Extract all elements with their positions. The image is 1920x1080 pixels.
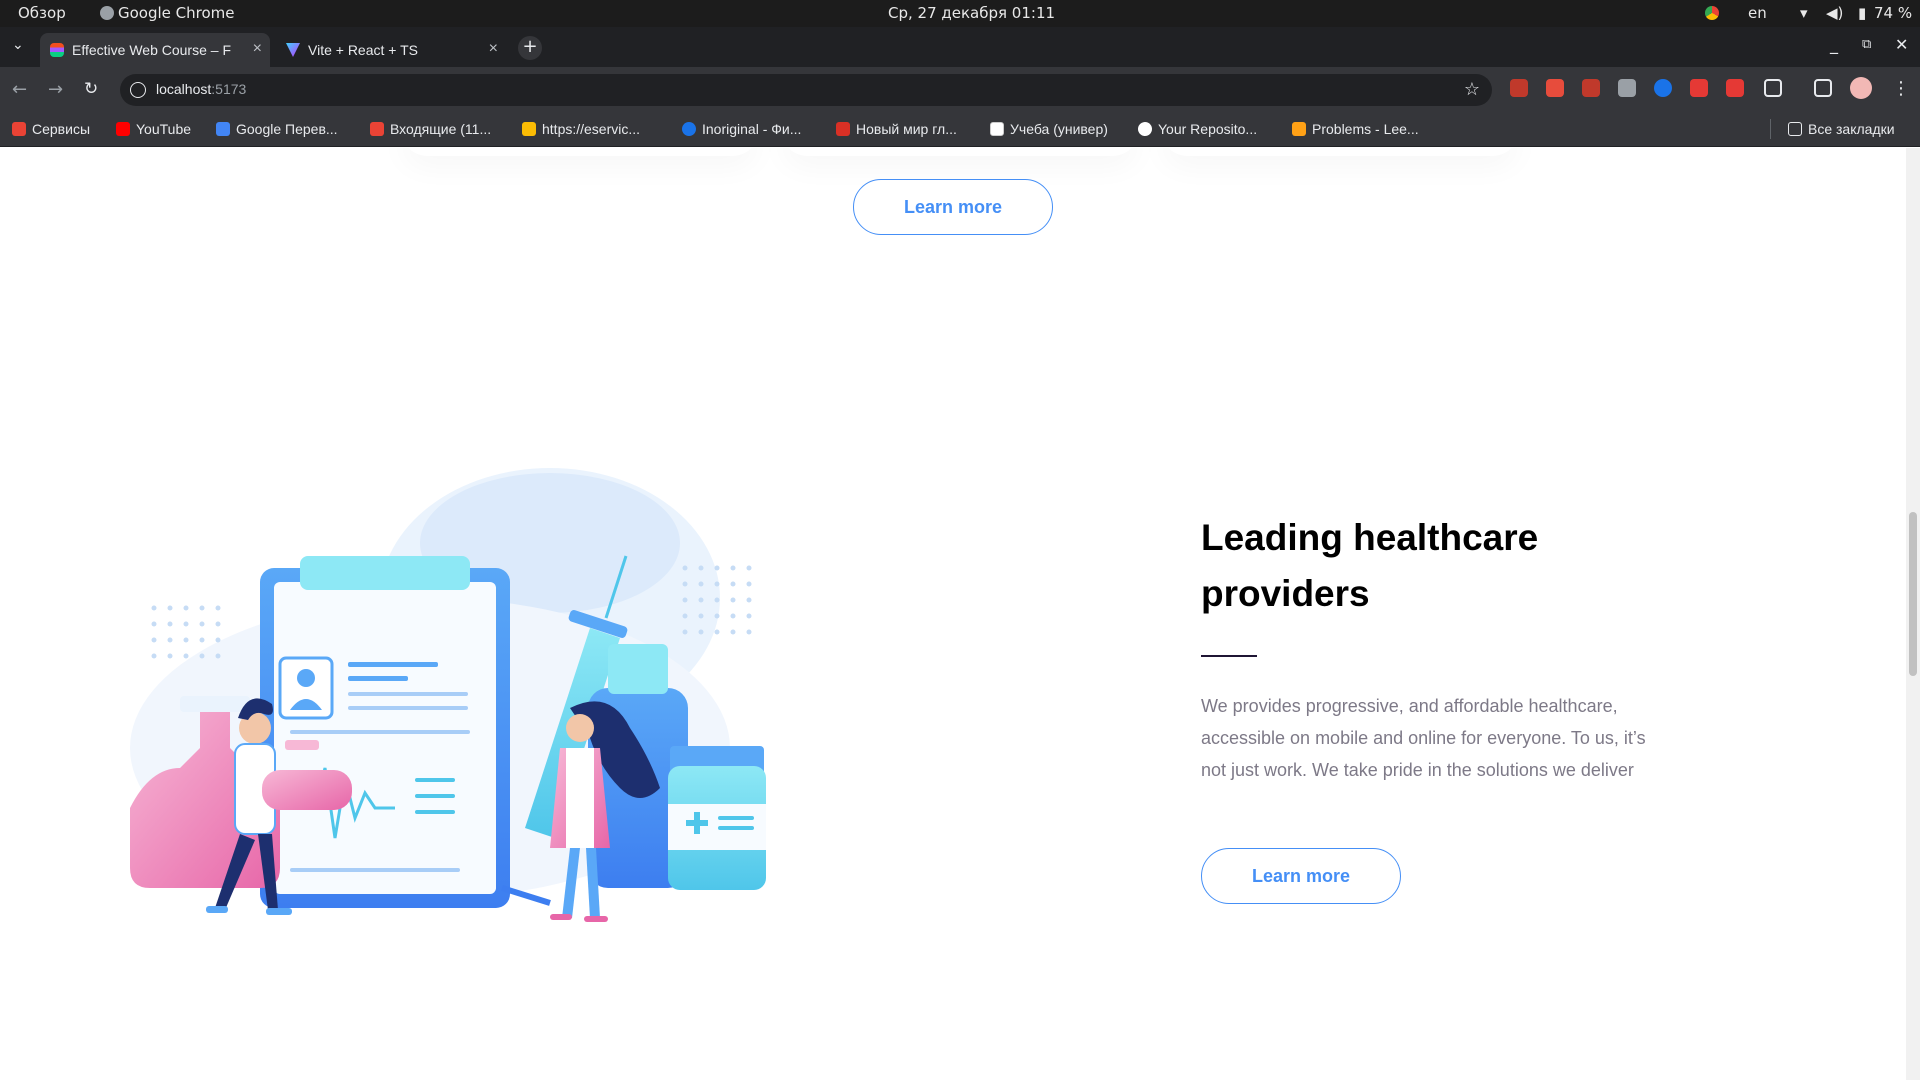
bookmark-label: Входящие (11... [390,121,492,137]
close-tab-icon[interactable]: × [253,40,262,58]
ublock-icon[interactable] [1510,79,1528,97]
extensions-puzzle-icon[interactable] [1764,79,1782,97]
bookmark-eservice[interactable]: https://eservic... [522,121,640,137]
todoist-icon[interactable] [1546,79,1564,97]
video-extension-icon[interactable] [1690,79,1708,97]
bookmark-label: Сервисы [32,121,91,137]
tab-label: Vite + React + TS [308,42,418,58]
tab-label: Effective Web Course – F [72,42,231,58]
bookmark-label: Your Reposito... [1158,121,1258,137]
close-tab-icon[interactable]: × [489,40,498,58]
active-app-name[interactable]: Google Chrome [100,4,235,22]
section-title-line-1: Leading healthcare [1201,517,1539,558]
tab-search-chevron-icon[interactable]: ⌄ [12,37,24,53]
all-bookmarks-folder[interactable]: Все закладки [1788,121,1895,137]
youtube-icon [116,122,130,136]
back-icon[interactable]: ← [12,79,27,100]
screenshot-extension-icon[interactable] [1618,79,1636,97]
card-shadow-remnant [780,148,1140,156]
card-shadow-remnant [1160,148,1520,156]
bookmark-label: Учеба (универ) [1010,121,1108,137]
close-window-icon[interactable]: ✕ [1895,35,1908,54]
url-text[interactable]: localhost:5173 [156,81,246,97]
audio-extension-icon[interactable] [1654,79,1672,97]
side-panel-icon[interactable] [1814,79,1832,97]
restore-window-icon[interactable]: ⧉ [1862,37,1871,52]
bookmark-label: Новый мир гл... [856,121,957,137]
chrome-icon [100,6,114,20]
address-bar[interactable]: localhost:5173 ☆ [120,74,1492,106]
bookmark-label: https://eservic... [542,121,641,137]
battery-level: 74 % [1874,4,1913,22]
bookmark-leetcode[interactable]: Problems - Lee... [1292,121,1419,137]
page-icon [522,122,536,136]
vite-icon [286,43,300,57]
reload-icon[interactable]: ↻ [84,79,98,99]
section-title: Leading healthcare providers [1201,510,1681,622]
learn-more-button-services[interactable]: Learn more [853,179,1053,235]
chrome-tray-icon[interactable] [1705,6,1719,20]
bookmark-inoriginal[interactable]: Inoriginal - Фи... [682,121,801,137]
browser-toolbar: ← → ↻ localhost:5173 ☆ ⋮ [0,67,1920,113]
medicine-jar [668,746,766,890]
bookmark-youtube[interactable]: YouTube [116,121,191,137]
tab-effective-web-course[interactable]: Effective Web Course – F × [40,33,270,67]
github-icon [1138,122,1152,136]
bookmark-new-world[interactable]: Новый мир гл... [836,121,957,137]
bookmark-label: YouTube [136,121,192,137]
system-top-bar: Обзор Google Chrome Ср, 27 декабря 01:11… [0,0,1920,27]
clock[interactable]: Ср, 27 декабря 01:11 [888,4,1055,22]
app-name-label: Google Chrome [118,4,235,22]
profile-avatar[interactable] [1850,77,1872,99]
bookmark-star-icon[interactable]: ☆ [1464,79,1480,100]
battery-icon[interactable]: ▮ [1858,4,1866,22]
pen-extension-icon[interactable] [1582,79,1600,97]
tab-strip: ⌄ Effective Web Course – F × Vite + Reac… [0,27,1920,67]
play-icon [682,122,696,136]
keyboard-layout[interactable]: en [1748,4,1767,22]
url-host: localhost [156,81,212,97]
url-port: :5173 [211,81,247,97]
more-menu-icon[interactable]: ⋮ [1892,78,1910,99]
page-viewport: Learn more Leading healthcare providers … [0,148,1920,1080]
apps-grid-icon [12,122,26,136]
gmail-icon [370,122,384,136]
leetcode-icon [1292,122,1306,136]
bookmark-google-translate[interactable]: Google Перев... [216,121,338,137]
bookmarks-bar: Сервисы YouTube Google Перев... Входящие… [0,113,1920,147]
all-bookmarks-label: Все закладки [1808,121,1895,137]
apps-extension-icon[interactable] [1726,79,1744,97]
bookmark-github[interactable]: Your Reposito... [1138,121,1257,137]
bookmark-label: Inoriginal - Фи... [702,121,802,137]
card-shadow-remnant [400,148,760,156]
site-info-icon[interactable] [130,82,146,98]
clipboard [260,556,510,908]
bookmarks-divider [1770,119,1771,139]
bookmark-label: Google Перев... [236,121,338,137]
volume-icon[interactable]: ◀) [1826,4,1843,22]
healthcare-illustration [130,468,766,922]
tab-vite-react-ts[interactable]: Vite + React + TS × [276,33,506,67]
minimize-window-icon[interactable]: _ [1830,35,1838,54]
title-underline [1201,655,1257,657]
section-title-line-2: providers [1201,573,1370,614]
page-scrollbar[interactable] [1906,148,1920,1080]
folder-icon [1788,122,1802,136]
bookmark-label: Problems - Lee... [1312,121,1419,137]
bookmark-gmail[interactable]: Входящие (11... [370,121,491,137]
new-tab-button[interactable]: + [518,36,542,60]
bookmark-notion-study[interactable]: Учеба (универ) [990,121,1108,137]
book-icon [836,122,850,136]
section-description: We provides progressive, and affordable … [1201,696,1646,780]
learn-more-button-providers[interactable]: Learn more [1201,848,1401,904]
bookmark-services[interactable]: Сервисы [12,121,90,137]
translate-icon [216,122,230,136]
scrollbar-thumb[interactable] [1909,512,1917,676]
figma-icon [50,43,64,57]
activities-overview[interactable]: Обзор [18,4,66,22]
notion-icon [990,122,1004,136]
forward-icon[interactable]: → [48,79,63,100]
wifi-icon[interactable]: ▾ [1800,4,1808,22]
